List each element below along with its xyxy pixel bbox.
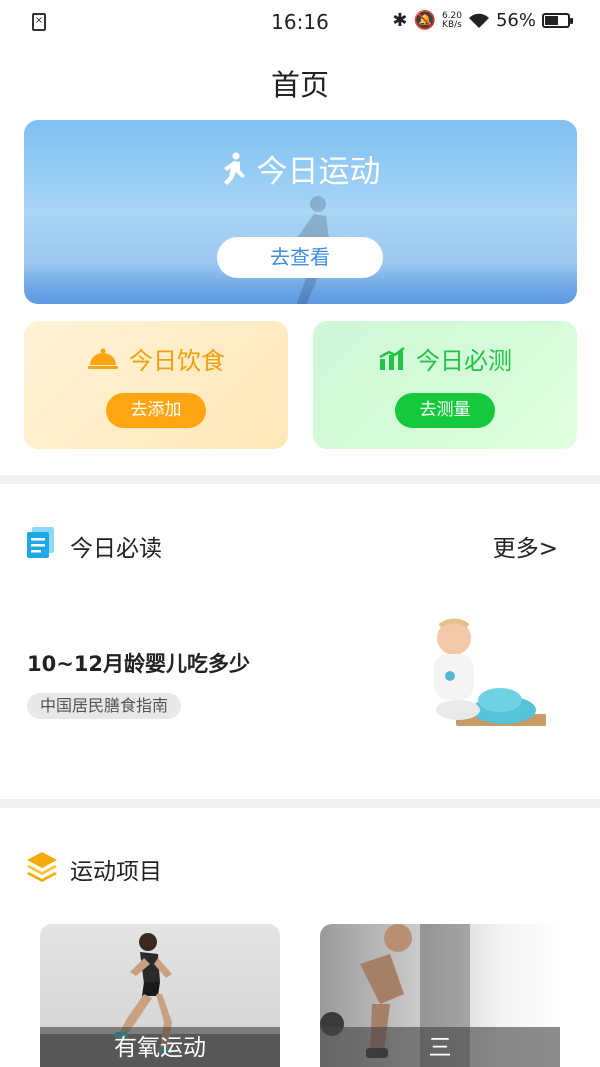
reading-section-title: 今日必读 xyxy=(70,536,162,562)
chart-icon xyxy=(379,346,405,370)
section-divider xyxy=(0,475,600,484)
baby-cake-image xyxy=(434,618,546,726)
food-cloche-icon xyxy=(88,348,118,369)
diet-card-title: 今日饮食 xyxy=(24,341,288,376)
exercise-label: 三 xyxy=(320,1027,560,1067)
running-icon xyxy=(223,152,245,185)
today-diet-card[interactable]: 今日饮食 去添加 xyxy=(24,321,288,449)
today-sport-card[interactable]: 今日运动 去查看 xyxy=(24,120,577,304)
network-speed: 6.20 KB/s xyxy=(442,11,462,30)
view-sport-button[interactable]: 去查看 xyxy=(217,237,383,278)
section-divider xyxy=(0,799,600,808)
diet-card-title-text: 今日饮食 xyxy=(129,347,225,375)
speed-unit: KB/s xyxy=(442,19,462,30)
sport-card-title: 今日运动 xyxy=(24,146,577,191)
aerobic-exercise-card[interactable]: 有氧运动 xyxy=(40,924,280,1067)
status-icons: ✱ 🔕 6.20 KB/s 56% xyxy=(392,10,573,31)
page-title: 首页 xyxy=(270,68,329,102)
exercise-label: 有氧运动 xyxy=(40,1027,280,1067)
document-icon xyxy=(27,527,54,558)
article-tag: 中国居民膳食指南 xyxy=(27,693,182,719)
status-bar: × 16:16 ✱ 🔕 6.20 KB/s 56% xyxy=(0,0,600,46)
test-card-title-text: 今日必测 xyxy=(416,347,512,375)
exercise-section-header: 运动项目 xyxy=(0,846,600,886)
test-card-title: 今日必测 xyxy=(313,341,577,376)
sport-card-title-text: 今日运动 xyxy=(256,154,381,190)
strength-exercise-card[interactable]: 三 xyxy=(320,924,560,1067)
article-title: 10~12月龄婴儿吃多少 xyxy=(27,652,251,676)
more-link[interactable]: 更多> xyxy=(493,529,558,563)
battery-icon xyxy=(542,13,573,28)
today-test-card[interactable]: 今日必测 去测量 xyxy=(313,321,577,449)
wifi-icon xyxy=(468,13,489,28)
layers-icon xyxy=(27,852,57,882)
reading-section-header: 今日必读 更多> xyxy=(0,523,600,563)
mute-icon: 🔕 xyxy=(413,10,436,31)
add-diet-button[interactable]: 去添加 xyxy=(106,393,206,428)
measure-button[interactable]: 去测量 xyxy=(395,393,495,428)
exercise-section-title: 运动项目 xyxy=(70,859,162,885)
article-item[interactable]: 10~12月龄婴儿吃多少 中国居民膳食指南 xyxy=(0,600,600,760)
bluetooth-icon: ✱ xyxy=(392,10,408,31)
battery-percent: 56% xyxy=(495,10,536,31)
